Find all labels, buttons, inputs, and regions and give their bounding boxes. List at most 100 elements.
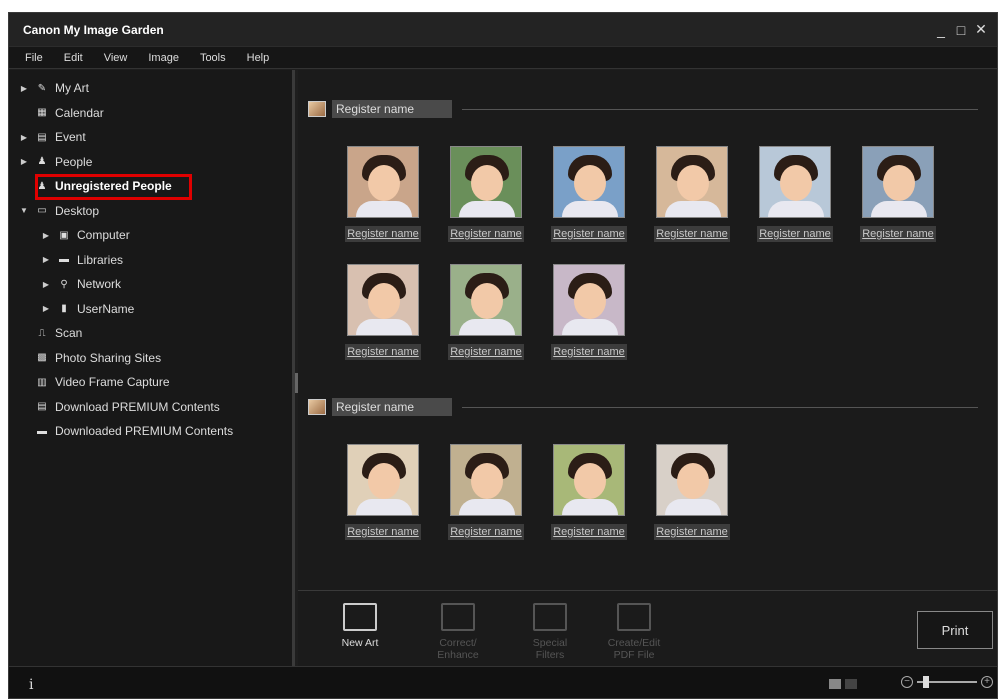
zoom-slider[interactable]: − +: [901, 676, 993, 688]
face-thumbnail[interactable]: Register name: [538, 146, 640, 242]
people-icon: ♟: [37, 156, 47, 168]
register-name-field[interactable]: Register name: [551, 524, 627, 540]
sidebar-item-photo-sharing-sites[interactable]: ▩ Photo Sharing Sites: [9, 346, 292, 371]
sidebar-item-video-frame-capture[interactable]: ▥ Video Frame Capture: [9, 370, 292, 395]
face-thumbnail[interactable]: Register name: [744, 146, 846, 242]
sidebar-item-download-premium-contents[interactable]: ▤ Download PREMIUM Contents: [9, 395, 292, 420]
sidebar-item-computer[interactable]: ▶ ▣ Computer: [9, 223, 292, 248]
face-photo[interactable]: [553, 264, 625, 336]
register-name-field[interactable]: Register name: [448, 226, 524, 242]
register-name-field[interactable]: Register name: [345, 524, 421, 540]
sidebar-item-label: Photo Sharing Sites: [55, 350, 162, 365]
face-shape: [471, 283, 503, 319]
collapsed-arrow-icon[interactable]: ▶: [19, 133, 29, 142]
minimize-button[interactable]: _: [935, 22, 947, 38]
info-icon[interactable]: i: [29, 677, 33, 693]
status-bar: i − +: [9, 666, 997, 698]
face-thumbnail[interactable]: Register name: [641, 444, 743, 540]
face-photo[interactable]: [450, 146, 522, 218]
collapsed-arrow-icon[interactable]: ▶: [41, 280, 51, 289]
sidebar-item-downloaded-premium-contents[interactable]: ▬ Downloaded PREMIUM Contents: [9, 419, 292, 444]
sidebar: ▶ ✎ My Art ▦ Calendar ▶ ▤ Event ▶ ♟ People ♟ Unregis…: [9, 70, 295, 666]
sidebar-item-calendar[interactable]: ▦ Calendar: [9, 101, 292, 126]
collapsed-arrow-icon[interactable]: ▶: [41, 231, 51, 240]
face-photo[interactable]: [759, 146, 831, 218]
face-shape: [471, 165, 503, 201]
face-thumbnail[interactable]: Register name: [332, 444, 434, 540]
face-photo[interactable]: [450, 444, 522, 516]
face-thumbnail[interactable]: Register name: [538, 444, 640, 540]
menu-view[interactable]: View: [96, 52, 141, 64]
face-photo[interactable]: [656, 444, 728, 516]
collapsed-arrow-icon[interactable]: ▶: [19, 157, 29, 166]
expanded-arrow-icon[interactable]: ▼: [19, 206, 29, 215]
face-thumbnail[interactable]: Register name: [538, 264, 640, 360]
detail-view-icon[interactable]: [845, 679, 857, 689]
register-name-field[interactable]: Register name: [448, 344, 524, 360]
close-button[interactable]: ✕: [975, 21, 987, 38]
face-photo[interactable]: [553, 146, 625, 218]
collapsed-arrow-icon[interactable]: ▶: [19, 84, 29, 93]
shirt-shape: [665, 499, 721, 515]
face-photo[interactable]: [553, 444, 625, 516]
shirt-shape: [871, 201, 927, 217]
face-photo[interactable]: [450, 264, 522, 336]
sidebar-item-label: UserName: [77, 301, 135, 316]
zoom-knob[interactable]: [923, 676, 929, 688]
sidebar-item-label: Download PREMIUM Contents: [55, 399, 220, 414]
face-photo[interactable]: [656, 146, 728, 218]
sidebar-item-event[interactable]: ▶ ▤ Event: [9, 125, 292, 150]
menu-tools[interactable]: Tools: [192, 52, 239, 64]
face-photo[interactable]: [347, 146, 419, 218]
thumbnail-view-icon[interactable]: [829, 679, 841, 689]
register-name-field[interactable]: Register name: [551, 344, 627, 360]
menu-image[interactable]: Image: [140, 52, 192, 64]
correct-enhance-button[interactable]: Correct/ Enhance: [426, 603, 490, 661]
sidebar-item-desktop[interactable]: ▼ ▭ Desktop: [9, 199, 292, 224]
sidebar-item-label: My Art: [55, 81, 90, 96]
register-name-field[interactable]: Register name: [551, 226, 627, 242]
special-filters-button[interactable]: Special Filters: [518, 603, 582, 661]
sidebar-item-scan[interactable]: ⎍ Scan: [9, 321, 292, 346]
group-header: Register name: [308, 100, 978, 118]
menu-help[interactable]: Help: [239, 52, 283, 64]
group-register-name[interactable]: Register name: [332, 398, 452, 416]
register-name-field[interactable]: Register name: [345, 226, 421, 242]
face-photo[interactable]: [347, 444, 419, 516]
register-name-field[interactable]: Register name: [345, 344, 421, 360]
register-name-field[interactable]: Register name: [757, 226, 833, 242]
zoom-track[interactable]: [917, 676, 977, 688]
collapsed-arrow-icon[interactable]: ▶: [41, 255, 51, 264]
register-name-field[interactable]: Register name: [654, 226, 730, 242]
sidebar-item-libraries[interactable]: ▶ ▬ Libraries: [9, 248, 292, 273]
face-photo[interactable]: [347, 264, 419, 336]
sidebar-item-label: Downloaded PREMIUM Contents: [55, 424, 234, 439]
sidebar-item-my-art[interactable]: ▶ ✎ My Art: [9, 76, 292, 101]
create-edit-pdf-button[interactable]: Create/Edit PDF File: [602, 603, 666, 661]
menu-edit[interactable]: Edit: [56, 52, 96, 64]
register-name-field[interactable]: Register name: [448, 524, 524, 540]
face-thumbnail[interactable]: Register name: [332, 146, 434, 242]
register-name-field[interactable]: Register name: [860, 226, 936, 242]
face-thumbnail[interactable]: Register name: [641, 146, 743, 242]
face-thumbnail[interactable]: Register name: [435, 146, 537, 242]
new-art-button[interactable]: New Art: [328, 603, 392, 649]
face-thumbnail[interactable]: Register name: [332, 264, 434, 360]
group-register-name[interactable]: Register name: [332, 100, 452, 118]
collapsed-arrow-icon[interactable]: ▶: [41, 304, 51, 313]
zoom-out-icon[interactable]: −: [901, 676, 913, 688]
calendar-icon: ▦: [37, 107, 47, 119]
menu-file[interactable]: File: [17, 52, 56, 64]
print-button[interactable]: Print: [917, 611, 993, 649]
face-thumbnail[interactable]: Register name: [847, 146, 949, 242]
maximize-button[interactable]: □: [955, 22, 967, 38]
sidebar-item-network[interactable]: ▶ ⚲ Network: [9, 272, 292, 297]
face-thumbnail[interactable]: Register name: [435, 264, 537, 360]
zoom-in-icon[interactable]: +: [981, 676, 993, 688]
sidebar-item-username[interactable]: ▶ ▮ UserName: [9, 297, 292, 322]
register-name-field[interactable]: Register name: [654, 524, 730, 540]
face-photo[interactable]: [862, 146, 934, 218]
face-thumbnail[interactable]: Register name: [435, 444, 537, 540]
sidebar-item-people[interactable]: ▶ ♟ People: [9, 150, 292, 175]
pdf-icon: [617, 603, 651, 631]
